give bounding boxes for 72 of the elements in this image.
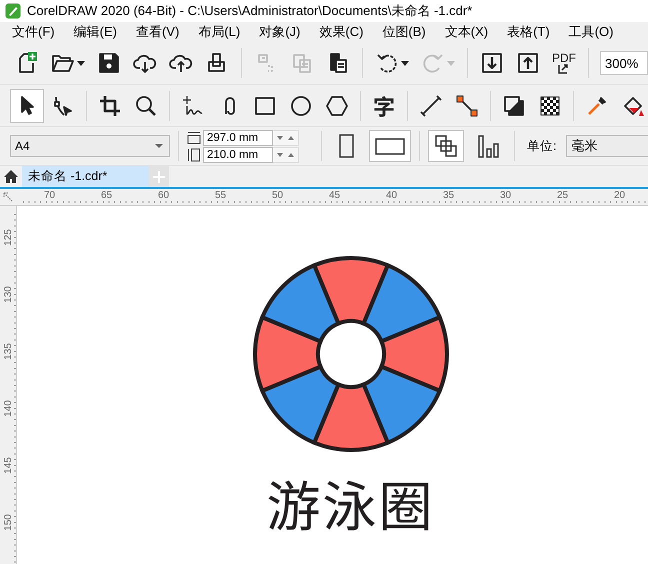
zoom-field[interactable]: 300% (600, 51, 648, 75)
pdf-button[interactable]: PDF (547, 45, 581, 81)
spin-down-icon (277, 136, 283, 140)
ruler-origin-icon[interactable] (3, 192, 14, 202)
ruler-label: 55 (214, 189, 228, 203)
spin-buttons[interactable] (273, 146, 299, 162)
freehand-icon (181, 94, 205, 118)
menu-item[interactable]: 文件(F) (4, 23, 66, 41)
page-height-field[interactable]: 210.0 mm (203, 146, 273, 162)
copy-icon (290, 51, 314, 75)
pointer-tool[interactable] (10, 88, 44, 122)
spin-down-icon (277, 152, 283, 156)
menu-item[interactable]: 编辑(E) (66, 23, 128, 41)
ruler-label: 25 (556, 189, 570, 203)
ruler-label: 130 (2, 286, 14, 303)
menu-item[interactable]: 工具(O) (560, 23, 624, 41)
transparency-icon (538, 94, 562, 118)
document-tab[interactable]: 未命名 -1.cdr* (22, 166, 149, 187)
unit-dropdown[interactable]: 毫米 (566, 135, 648, 157)
menu-item[interactable]: 效果(C) (311, 23, 374, 41)
ruler-label: 150 (2, 514, 14, 531)
ruler-label: 40 (384, 189, 398, 203)
ruler-label: 50 (270, 189, 284, 203)
magnifier-icon (134, 94, 158, 118)
caret-icon (447, 60, 455, 66)
ruler-label: 125 (2, 229, 14, 246)
canvas-caption: 游泳圈 (266, 471, 434, 535)
spin-buttons[interactable] (273, 130, 299, 146)
text-tool-tool[interactable]: 字 (367, 88, 401, 122)
ruler-label: 30 (498, 189, 512, 203)
ruler-label: 140 (2, 400, 14, 417)
pdf-label: PDF (552, 52, 576, 64)
caret-icon (155, 144, 163, 148)
window-title: CorelDRAW 2020 (64-Bit) - C:\Users\Administrator\Documents\未命名 -1.cdr* (27, 2, 472, 20)
page-size-dropdown[interactable]: A4 (10, 135, 170, 157)
page-width-icon (187, 130, 201, 144)
menu-item[interactable]: 位图(B) (374, 23, 437, 41)
page-height-icon (187, 148, 201, 162)
drop-shadow-icon (502, 94, 526, 118)
connector-icon (455, 94, 479, 118)
spin-up-icon (288, 136, 294, 140)
caret-icon (401, 60, 409, 66)
ellipse-icon (289, 94, 313, 118)
ruler-label: 35 (442, 189, 456, 203)
ruler-label: 20 (612, 189, 626, 203)
ruler-label: 60 (156, 189, 170, 203)
menu-item[interactable]: 查看(V) (128, 23, 190, 41)
caret-icon (77, 60, 85, 66)
menu-item[interactable]: 布局(L) (190, 23, 252, 41)
export-icon (516, 51, 540, 75)
unit-label: 单位: (527, 138, 556, 154)
page-width-field[interactable]: 297.0 mm (203, 130, 273, 146)
ruler-label: 65 (100, 189, 114, 203)
plus-icon (153, 170, 165, 182)
app-logo-icon (5, 3, 21, 19)
menu-item[interactable]: 对象(J) (251, 23, 312, 41)
ruler-label: 145 (2, 457, 14, 474)
menu-item[interactable]: 文本(X) (436, 23, 500, 41)
ruler-label: 70 (42, 189, 56, 203)
spin-up-icon (288, 152, 294, 156)
home-icon[interactable] (3, 169, 19, 184)
landscape-button[interactable] (369, 130, 411, 162)
overlapping-pages-icon (433, 133, 459, 159)
export-arrow-icon (558, 64, 570, 74)
hexagon-icon (325, 94, 349, 118)
import-icon (480, 51, 504, 75)
ruler-label: 135 (2, 343, 14, 360)
crop-icon (98, 94, 122, 118)
menu-item[interactable]: 表格(T) (499, 23, 561, 41)
all-pages-button[interactable] (428, 130, 464, 162)
dimension-line-icon (419, 94, 443, 118)
ruler-label: 45 (328, 189, 342, 203)
